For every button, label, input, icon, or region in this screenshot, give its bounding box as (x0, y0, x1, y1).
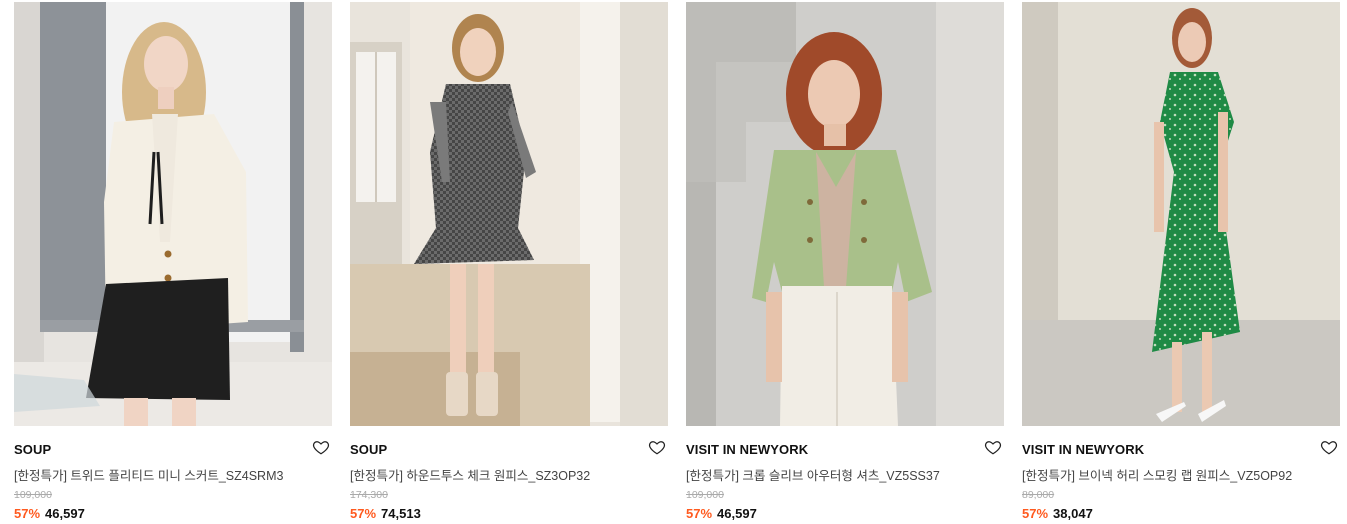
sale-price: 46,597 (45, 506, 85, 521)
sale-price: 38,047 (1053, 506, 1093, 521)
price-row: 57% 46,597 (686, 506, 757, 521)
sale-price: 74,513 (381, 506, 421, 521)
discount-rate: 57% (686, 506, 713, 521)
brand-name[interactable]: VISIT IN NEWYORK (686, 442, 808, 457)
price-row: 57% 74,513 (350, 506, 421, 521)
product-name[interactable]: [한정특가] 하운드투스 체크 원피스_SZ3OP32 (350, 465, 590, 484)
discount-rate: 57% (350, 506, 377, 521)
product-image[interactable] (14, 2, 332, 426)
heart-outline-icon[interactable] (984, 438, 1002, 456)
price-row: 57% 46,597 (14, 506, 85, 521)
brand-name[interactable]: SOUP (350, 442, 387, 457)
product-card[interactable]: SOUP [한정특가] 트위드 플리티드 미니 스커트_SZ4SRM3 109,… (14, 0, 332, 524)
product-image[interactable] (350, 2, 668, 426)
product-image[interactable] (1022, 2, 1340, 426)
sale-price: 46,597 (717, 506, 757, 521)
product-name[interactable]: [한정특가] 크롭 슬리브 아우터형 셔츠_VZ5SS37 (686, 465, 940, 484)
product-card[interactable]: VISIT IN NEWYORK [한정특가] 브이넥 허리 스모킹 랩 원피스… (1022, 0, 1340, 524)
product-name[interactable]: [한정특가] 브이넥 허리 스모킹 랩 원피스_VZ5OP92 (1022, 465, 1292, 484)
brand-name[interactable]: VISIT IN NEWYORK (1022, 442, 1144, 457)
product-card[interactable]: SOUP [한정특가] 하운드투스 체크 원피스_SZ3OP32 174,300… (350, 0, 668, 524)
product-card[interactable]: VISIT IN NEWYORK [한정특가] 크롭 슬리브 아우터형 셔츠_V… (686, 0, 1004, 524)
original-price: 109,000 (14, 489, 52, 501)
original-price: 109,000 (686, 489, 724, 501)
original-price: 89,000 (1022, 489, 1055, 501)
brand-name[interactable]: SOUP (14, 442, 51, 457)
product-name[interactable]: [한정특가] 트위드 플리티드 미니 스커트_SZ4SRM3 (14, 465, 283, 484)
discount-rate: 57% (14, 506, 41, 521)
product-grid: SOUP [한정특가] 트위드 플리티드 미니 스커트_SZ4SRM3 109,… (0, 0, 1347, 524)
price-row: 57% 38,047 (1022, 506, 1093, 521)
heart-outline-icon[interactable] (1320, 438, 1338, 456)
discount-rate: 57% (1022, 506, 1049, 521)
heart-outline-icon[interactable] (648, 438, 666, 456)
product-image[interactable] (686, 2, 1004, 426)
heart-outline-icon[interactable] (312, 438, 330, 456)
original-price: 174,300 (350, 489, 388, 501)
